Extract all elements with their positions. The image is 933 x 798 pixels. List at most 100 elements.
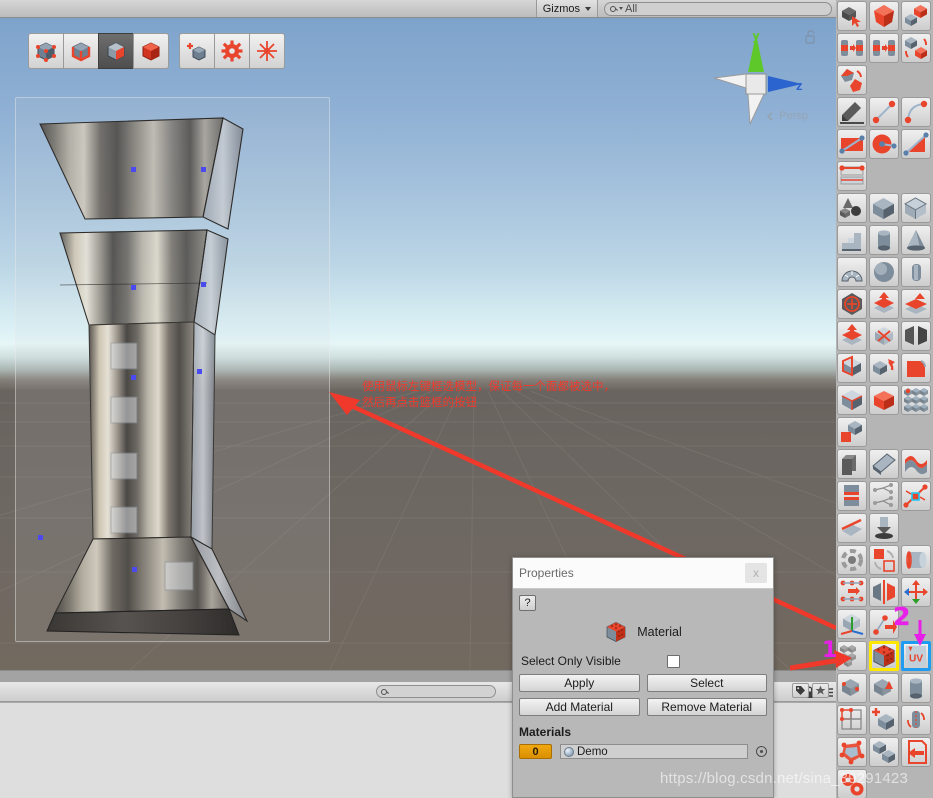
help-button[interactable]: ? bbox=[519, 595, 536, 611]
tool-subdivide-obj[interactable] bbox=[837, 673, 867, 703]
tool-cube-wire[interactable] bbox=[901, 193, 931, 223]
tool-primitives[interactable] bbox=[837, 193, 867, 223]
properties-window: Properties x ? Material Select Only Visi… bbox=[512, 557, 774, 798]
tool-subdivide-face[interactable] bbox=[837, 385, 867, 415]
new-shape-button[interactable] bbox=[179, 33, 215, 69]
favorite-button[interactable] bbox=[812, 683, 829, 698]
tool-swap-material[interactable] bbox=[869, 545, 899, 575]
tool-uv-editor[interactable]: UV bbox=[901, 641, 931, 671]
tool-new-poly[interactable] bbox=[869, 705, 899, 735]
sphere-icon bbox=[874, 262, 894, 282]
tool-open-box[interactable] bbox=[869, 385, 899, 415]
tool-poly-shape[interactable] bbox=[837, 97, 867, 127]
tool-collapse-verts[interactable] bbox=[901, 481, 931, 511]
tool-gears[interactable] bbox=[837, 769, 867, 798]
tool-extrude-single[interactable] bbox=[837, 321, 867, 351]
tool-cylinder[interactable] bbox=[869, 225, 899, 255]
tool-detach-face[interactable] bbox=[869, 353, 899, 383]
tool-set-vertex-color[interactable] bbox=[837, 577, 867, 607]
close-icon[interactable]: x bbox=[745, 563, 767, 583]
subdivide-face-icon bbox=[841, 390, 863, 410]
remove-material-button[interactable]: Remove Material bbox=[646, 698, 767, 716]
tool-material-editor[interactable] bbox=[869, 641, 899, 671]
object-picker-icon[interactable] bbox=[756, 746, 767, 757]
tool-center-pivot[interactable] bbox=[837, 289, 867, 319]
subdivide-object-icon bbox=[842, 679, 859, 696]
tool-flip-normals[interactable] bbox=[837, 65, 867, 95]
scene-search-input[interactable]: All bbox=[604, 1, 832, 16]
tool-split-object[interactable] bbox=[901, 321, 931, 351]
tool-grid-faces[interactable] bbox=[901, 385, 931, 415]
tool-smooth-shape[interactable] bbox=[869, 1, 899, 31]
tool-grid-snap[interactable] bbox=[837, 705, 867, 735]
add-material-button[interactable]: Add Material bbox=[519, 698, 640, 716]
tool-arch[interactable] bbox=[837, 257, 867, 287]
tool-combine-objects[interactable] bbox=[901, 1, 931, 31]
cone-icon bbox=[907, 230, 925, 251]
tool-sphere[interactable] bbox=[869, 257, 899, 287]
tool-merge-to-one[interactable] bbox=[869, 33, 899, 63]
snap-button[interactable] bbox=[249, 33, 285, 69]
tool-extrude-faces[interactable] bbox=[901, 289, 931, 319]
material-cube-icon bbox=[873, 644, 895, 668]
tool-cylinder-col[interactable] bbox=[901, 673, 931, 703]
gizmos-dropdown[interactable]: Gizmos bbox=[535, 0, 598, 17]
cylinder-icon bbox=[878, 230, 890, 251]
tool-bridge-edges[interactable] bbox=[837, 353, 867, 383]
select-edge-button[interactable] bbox=[63, 33, 99, 69]
tool-cubes-pair[interactable] bbox=[869, 737, 899, 767]
properties-titlebar[interactable]: Properties x bbox=[513, 558, 773, 589]
tool-edge-band[interactable] bbox=[837, 161, 867, 191]
tool-flip-face[interactable] bbox=[869, 321, 899, 351]
line-two-points-icon bbox=[872, 100, 896, 124]
select-only-visible-checkbox[interactable] bbox=[666, 654, 680, 668]
select-face-button[interactable] bbox=[98, 33, 134, 69]
tool-rotate-uv[interactable] bbox=[901, 705, 931, 735]
projection-mode-toggle[interactable]: Persp bbox=[766, 110, 808, 122]
tool-export[interactable] bbox=[901, 737, 931, 767]
apply-button[interactable]: Apply bbox=[519, 674, 640, 692]
annotation-line-1: 使用鼠标左键框选模型，保证每一个面都被选中， bbox=[362, 379, 615, 393]
tool-delete-edge[interactable] bbox=[837, 449, 867, 479]
tool-cone[interactable] bbox=[901, 225, 931, 255]
project-search-input[interactable] bbox=[376, 685, 496, 698]
tool-radial-cut[interactable] bbox=[869, 129, 899, 159]
tower-model[interactable] bbox=[15, 97, 330, 645]
tool-push-vertex[interactable] bbox=[869, 513, 899, 543]
tool-triangle-cut[interactable] bbox=[901, 129, 931, 159]
tool-bezier-line[interactable] bbox=[869, 97, 899, 127]
tool-cube[interactable] bbox=[869, 193, 899, 223]
tool-uv-cylinder[interactable] bbox=[901, 545, 931, 575]
tool-connect-edges[interactable] bbox=[837, 481, 867, 511]
tool-pivot-to-origin[interactable] bbox=[837, 609, 867, 639]
tool-bevel[interactable] bbox=[901, 353, 931, 383]
tool-triangulate[interactable] bbox=[869, 673, 899, 703]
lock-open-icon[interactable] bbox=[804, 30, 816, 44]
select-button[interactable]: Select bbox=[646, 674, 767, 692]
tool-bezier-curve[interactable] bbox=[901, 97, 931, 127]
select-object-button[interactable] bbox=[133, 33, 169, 69]
settings-button[interactable] bbox=[214, 33, 250, 69]
tool-mirror-objects[interactable] bbox=[901, 33, 931, 63]
material-object-field[interactable]: Demo bbox=[560, 744, 748, 759]
tool-merge-to-left[interactable] bbox=[837, 33, 867, 63]
bevel-icon bbox=[907, 360, 926, 377]
probuilder-tool-grid: UV bbox=[836, 0, 933, 798]
open-box-icon bbox=[874, 391, 894, 410]
tool-fill-hole[interactable] bbox=[837, 129, 867, 159]
material-index-badge[interactable]: 0 bbox=[519, 744, 552, 759]
tool-poly-edit[interactable] bbox=[837, 737, 867, 767]
tool-pipe[interactable] bbox=[901, 257, 931, 287]
tool-bridge[interactable] bbox=[901, 449, 931, 479]
uv-cylinder-icon bbox=[906, 551, 927, 569]
tool-extrude-face[interactable] bbox=[869, 289, 899, 319]
tool-weld-verts[interactable] bbox=[837, 513, 867, 543]
tool-select-object[interactable] bbox=[837, 1, 867, 31]
tag-button[interactable] bbox=[792, 683, 809, 698]
tool-split-vertices[interactable] bbox=[869, 481, 899, 511]
select-vertex-button[interactable] bbox=[28, 33, 64, 69]
tool-stairs[interactable] bbox=[837, 225, 867, 255]
tool-smooth-group[interactable] bbox=[837, 545, 867, 575]
tool-flip-tri[interactable] bbox=[837, 417, 867, 447]
tool-insert-edge[interactable] bbox=[869, 449, 899, 479]
